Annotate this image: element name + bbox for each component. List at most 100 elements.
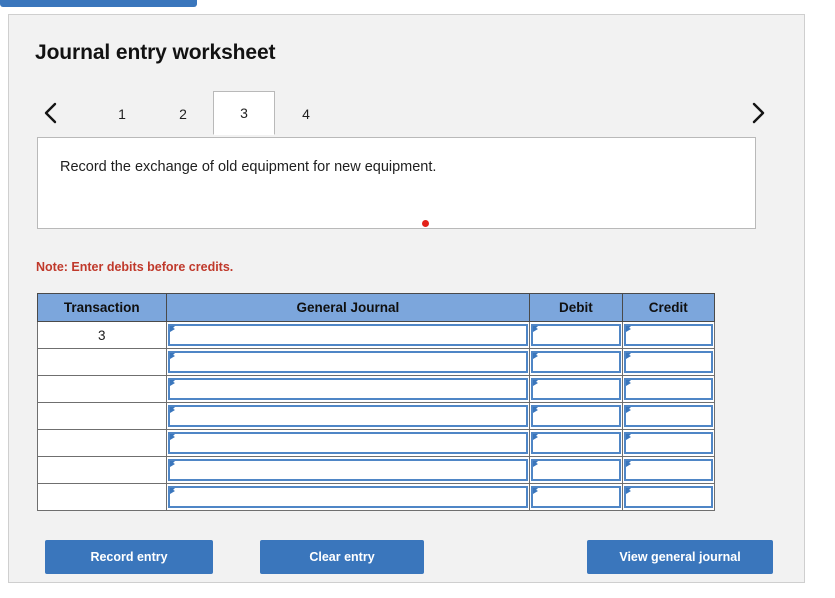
table-row (37, 402, 716, 430)
dropdown-arrow-icon (625, 353, 631, 359)
general-journal-input[interactable] (167, 378, 529, 400)
header-debit: Debit (529, 293, 623, 322)
debits-before-credits-note: Note: Enter debits before credits. (36, 260, 234, 274)
credit-input[interactable] (623, 405, 713, 427)
header-general-journal: General Journal (165, 293, 531, 322)
general-journal-input[interactable] (167, 486, 529, 508)
dropdown-arrow-icon (533, 407, 539, 413)
instruction-panel: Record the exchange of old equipment for… (37, 137, 756, 229)
cell-transaction (37, 402, 167, 430)
red-dot-icon (422, 220, 429, 227)
cell-debit[interactable] (529, 483, 623, 511)
credit-input[interactable] (623, 324, 713, 346)
cell-transaction (37, 456, 167, 484)
cell-general-journal[interactable] (165, 456, 531, 484)
cell-debit[interactable] (529, 348, 623, 376)
dropdown-arrow-icon (625, 434, 631, 440)
journal-entry-table: Transaction General Journal Debit Credit… (37, 293, 716, 511)
journal-entry-card: Journal entry worksheet 1 2 3 4 Record t… (8, 14, 805, 583)
page-root: Journal entry worksheet 1 2 3 4 Record t… (0, 0, 835, 598)
credit-input[interactable] (623, 432, 713, 454)
cell-debit[interactable] (529, 375, 623, 403)
clear-entry-label: Clear entry (309, 550, 375, 564)
cell-debit[interactable] (529, 321, 623, 349)
dropdown-arrow-icon (533, 353, 539, 359)
view-general-journal-label: View general journal (619, 550, 741, 564)
debit-input[interactable] (531, 378, 621, 400)
cell-credit[interactable] (621, 348, 716, 376)
clear-entry-button[interactable]: Clear entry (260, 540, 424, 574)
dropdown-arrow-icon (625, 407, 631, 413)
debit-input[interactable] (531, 459, 621, 481)
cell-general-journal[interactable] (165, 429, 531, 457)
tab-2[interactable]: 2 (152, 91, 214, 135)
dropdown-arrow-icon (169, 461, 175, 467)
tab-4-label: 4 (302, 105, 310, 122)
cell-transaction (37, 429, 167, 457)
general-journal-input[interactable] (167, 459, 529, 481)
cell-general-journal[interactable] (165, 348, 531, 376)
cell-general-journal[interactable] (165, 321, 531, 349)
cell-general-journal[interactable] (165, 483, 531, 511)
record-entry-button[interactable]: Record entry (45, 540, 213, 574)
page-title: Journal entry worksheet (35, 41, 276, 64)
cell-credit[interactable] (621, 483, 716, 511)
dropdown-arrow-icon (625, 488, 631, 494)
credit-input[interactable] (623, 351, 713, 373)
cell-transaction (37, 483, 167, 511)
dropdown-arrow-icon (169, 434, 175, 440)
cell-debit[interactable] (529, 429, 623, 457)
tab-1-label: 1 (118, 105, 126, 122)
general-journal-input[interactable] (167, 432, 529, 454)
tab-4[interactable]: 4 (275, 91, 337, 135)
record-entry-label: Record entry (90, 550, 168, 564)
debit-input[interactable] (531, 351, 621, 373)
cell-transaction (37, 348, 167, 376)
table-row (37, 375, 716, 403)
partial-blue-bar (0, 0, 197, 7)
dropdown-arrow-icon (169, 326, 175, 332)
header-transaction: Transaction (37, 293, 167, 322)
general-journal-input[interactable] (167, 324, 529, 346)
chevron-right-icon (752, 102, 764, 124)
credit-input[interactable] (623, 459, 713, 481)
tab-3-label: 3 (240, 105, 248, 121)
table-header-row: Transaction General Journal Debit Credit (37, 293, 716, 322)
instruction-text: Record the exchange of old equipment for… (60, 159, 437, 175)
cell-credit[interactable] (621, 402, 716, 430)
dropdown-arrow-icon (533, 488, 539, 494)
dropdown-arrow-icon (533, 461, 539, 467)
general-journal-input[interactable] (167, 405, 529, 427)
dropdown-arrow-icon (169, 380, 175, 386)
cell-credit[interactable] (621, 429, 716, 457)
cell-general-journal[interactable] (165, 375, 531, 403)
table-row (37, 483, 716, 511)
debit-input[interactable] (531, 324, 621, 346)
cell-credit[interactable] (621, 321, 716, 349)
debit-input[interactable] (531, 405, 621, 427)
cell-debit[interactable] (529, 456, 623, 484)
general-journal-input[interactable] (167, 351, 529, 373)
table-row (37, 429, 716, 457)
tab-3[interactable]: 3 (213, 91, 275, 135)
tab-1[interactable]: 1 (91, 91, 153, 135)
next-entry-button[interactable] (744, 99, 770, 127)
cell-transaction (37, 375, 167, 403)
worksheet-tabstrip: 1 2 3 4 (9, 89, 806, 137)
prev-entry-button[interactable] (37, 99, 63, 127)
cell-general-journal[interactable] (165, 402, 531, 430)
dropdown-arrow-icon (169, 353, 175, 359)
credit-input[interactable] (623, 378, 713, 400)
debit-input[interactable] (531, 486, 621, 508)
dropdown-arrow-icon (533, 380, 539, 386)
cell-credit[interactable] (621, 375, 716, 403)
dropdown-arrow-icon (169, 407, 175, 413)
cell-credit[interactable] (621, 456, 716, 484)
dropdown-arrow-icon (169, 488, 175, 494)
view-general-journal-button[interactable]: View general journal (587, 540, 773, 574)
debit-input[interactable] (531, 432, 621, 454)
cell-transaction: 3 (37, 321, 167, 349)
table-row (37, 456, 716, 484)
cell-debit[interactable] (529, 402, 623, 430)
credit-input[interactable] (623, 486, 713, 508)
